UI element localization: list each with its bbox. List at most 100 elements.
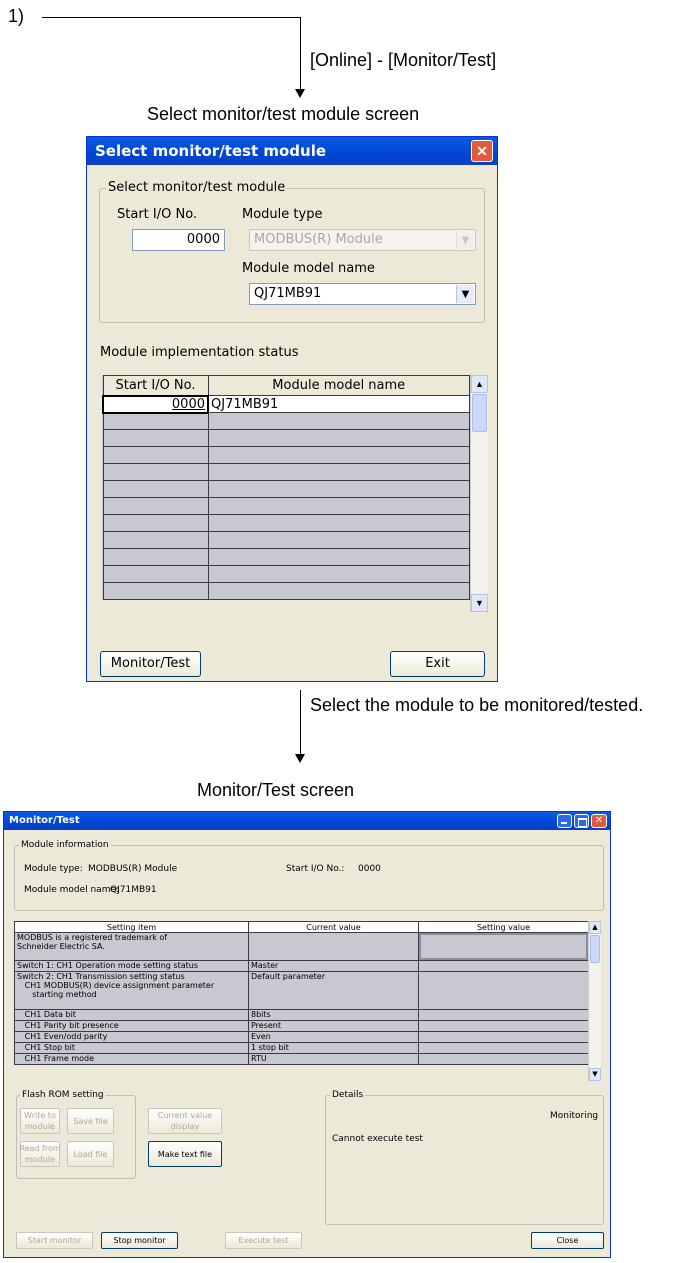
chevron-down-icon[interactable]: ▼ — [456, 285, 474, 303]
scroll-up-icon[interactable]: ▲ — [471, 375, 488, 393]
column-header-setting-value: Setting value — [418, 921, 589, 933]
setting-value[interactable] — [418, 971, 589, 1010]
row-start-io[interactable]: 0000 — [102, 394, 209, 414]
setting-table: Setting item Current value Setting value… — [14, 921, 589, 1065]
monitor-test-button[interactable]: Monitor/Test — [100, 651, 201, 677]
start-io-input[interactable]: 0000 — [132, 229, 225, 251]
read-from-module-button[interactable]: Read from module — [19, 1141, 61, 1167]
table-row[interactable] — [102, 497, 470, 515]
empty-cell — [207, 480, 470, 498]
setting-value[interactable] — [418, 1053, 589, 1065]
table-row[interactable] — [102, 582, 470, 600]
make-text-file-button[interactable]: Make text file — [148, 1141, 222, 1167]
monitor-window-title: Monitor/Test — [9, 815, 80, 826]
empty-cell — [207, 446, 470, 464]
scroll-thumb[interactable] — [472, 394, 487, 432]
table-row[interactable]: CH1 Even/odd parity Even — [14, 1031, 589, 1043]
monitor-test-window: Monitor/Test ✕ Module information Module… — [3, 811, 611, 1258]
table-row[interactable] — [102, 531, 470, 549]
table-row[interactable] — [102, 412, 470, 430]
empty-cell — [207, 412, 470, 430]
load-file-button[interactable]: Load file — [67, 1141, 114, 1167]
current-value: RTU — [248, 1053, 419, 1065]
table-row[interactable]: CH1 Stop bit 1 stop bit — [14, 1042, 589, 1054]
execute-test-button[interactable]: Execute test — [225, 1232, 302, 1249]
table-row[interactable]: MODBUS is a registered trademark of Schn… — [14, 932, 589, 961]
setting-item: CH1 Frame mode — [14, 1053, 249, 1065]
setting-item: MODBUS is a registered trademark of Schn… — [14, 932, 249, 961]
flow-arrow-2 — [295, 754, 305, 763]
setting-table-scrollbar[interactable]: ▲ ▼ — [588, 921, 601, 1081]
minimize-icon[interactable] — [557, 814, 572, 828]
select-module-group-label: Select monitor/test module — [106, 180, 288, 195]
scroll-down-icon[interactable]: ▼ — [589, 1068, 601, 1081]
close-icon[interactable]: ✕ — [591, 814, 607, 828]
empty-cell — [207, 582, 470, 600]
table-row[interactable] — [102, 548, 470, 566]
setting-item: CH1 Parity bit presence — [14, 1020, 249, 1032]
empty-cell — [207, 531, 470, 549]
current-value: 8bits — [248, 1009, 419, 1021]
row-model-name[interactable]: QJ71MB91 — [207, 395, 470, 413]
save-file-button[interactable]: Save file — [67, 1108, 114, 1134]
flow-arrow-1 — [295, 89, 305, 98]
start-io-label: Start I/O No.: — [286, 864, 345, 874]
model-name-value: QJ71MB91 — [254, 286, 322, 301]
model-name-value: QJ71MB91 — [110, 885, 157, 895]
setting-value[interactable] — [418, 1020, 589, 1032]
menu-path-text: [Online] - [Monitor/Test] — [310, 50, 497, 70]
empty-cell — [102, 446, 209, 464]
empty-cell — [102, 463, 209, 481]
scroll-thumb[interactable] — [590, 935, 600, 963]
table-row[interactable]: CH1 Frame mode RTU — [14, 1053, 589, 1065]
empty-cell — [207, 429, 470, 447]
current-value: Even — [248, 1031, 419, 1043]
setting-value[interactable] — [418, 932, 589, 961]
table-row[interactable] — [102, 480, 470, 498]
current-value-display-button[interactable]: Current value display — [148, 1108, 222, 1134]
implementation-status-label: Module implementation status — [100, 345, 299, 360]
maximize-icon[interactable] — [574, 814, 589, 828]
empty-cell — [102, 497, 209, 515]
start-monitor-button[interactable]: Start monitor — [16, 1232, 93, 1249]
empty-cell — [102, 412, 209, 430]
setting-value[interactable] — [418, 960, 589, 972]
select-dialog-titlebar: Select monitor/test module ✕ — [87, 137, 497, 165]
scroll-up-icon[interactable]: ▲ — [589, 921, 601, 934]
close-button[interactable]: Close — [531, 1232, 604, 1249]
table-row[interactable] — [102, 565, 470, 583]
column-header-setting-item: Setting item — [14, 921, 249, 933]
flow-connector-vertical-1 — [300, 17, 301, 93]
table-row[interactable] — [102, 446, 470, 464]
setting-value[interactable] — [418, 1009, 589, 1021]
module-information-group: Module information — [14, 840, 604, 911]
empty-cell — [102, 429, 209, 447]
table-row[interactable]: Switch 1: CH1 Operation mode setting sta… — [14, 960, 589, 972]
setting-value[interactable] — [418, 1031, 589, 1043]
table-row[interactable]: Switch 2: CH1 Transmission setting statu… — [14, 971, 589, 1010]
table-row[interactable]: 0000 QJ71MB91 — [102, 394, 470, 414]
table-row[interactable] — [102, 514, 470, 532]
table-row[interactable]: CH1 Parity bit presence Present — [14, 1020, 589, 1032]
close-icon[interactable]: ✕ — [471, 140, 493, 162]
screen2-caption: Monitor/Test screen — [197, 780, 355, 800]
table-scrollbar[interactable]: ▲ ▼ — [470, 375, 488, 612]
setting-item: CH1 Data bit — [14, 1009, 249, 1021]
current-value — [248, 932, 419, 961]
current-value: Default parameter — [248, 971, 419, 1010]
current-value: Present — [248, 1020, 419, 1032]
setting-item: CH1 Stop bit — [14, 1042, 249, 1054]
model-name-select[interactable]: QJ71MB91 ▼ — [249, 283, 476, 305]
monitor-window-titlebar: Monitor/Test ✕ — [4, 812, 610, 830]
stop-monitor-button[interactable]: Stop monitor — [101, 1232, 178, 1249]
scroll-down-icon[interactable]: ▼ — [471, 594, 488, 612]
setting-item: CH1 Even/odd parity — [14, 1031, 249, 1043]
column-header-start-io: Start I/O No. — [102, 375, 209, 396]
empty-cell — [102, 548, 209, 566]
setting-value[interactable] — [418, 1042, 589, 1054]
table-row[interactable]: CH1 Data bit 8bits — [14, 1009, 589, 1021]
write-to-module-button[interactable]: Write to module — [20, 1108, 60, 1134]
table-row[interactable] — [102, 463, 470, 481]
exit-button[interactable]: Exit — [390, 651, 485, 677]
table-row[interactable] — [102, 429, 470, 447]
